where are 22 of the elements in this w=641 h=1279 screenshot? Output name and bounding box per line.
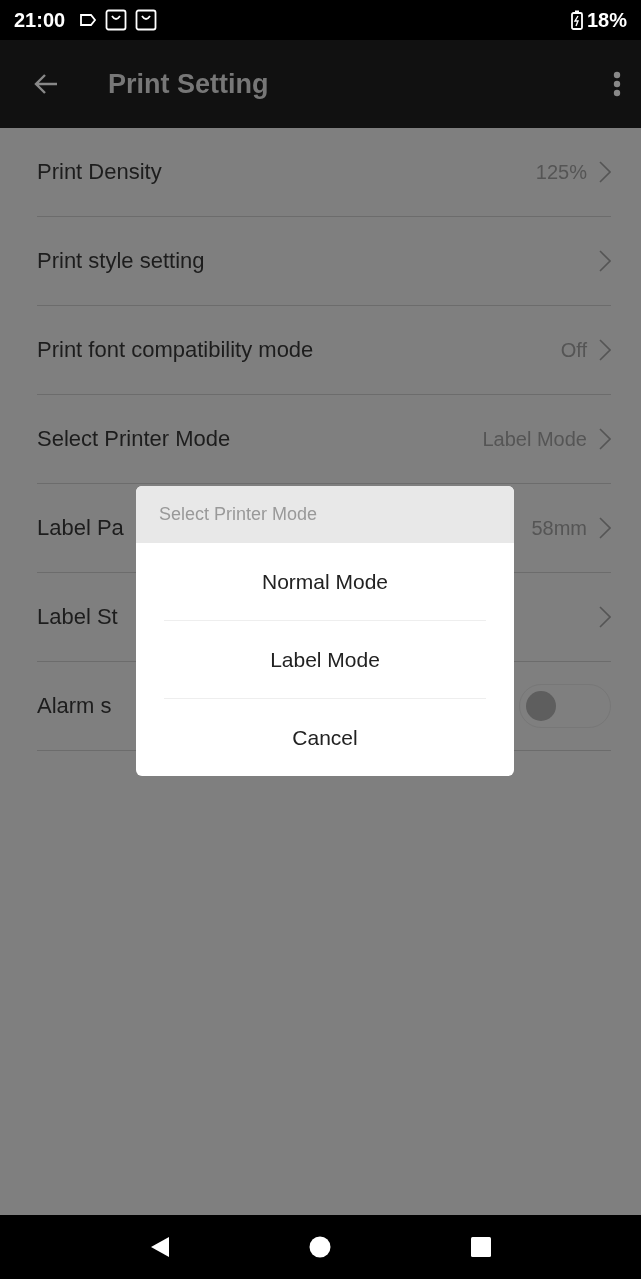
battery-level: 18% (586, 8, 627, 32)
page-title: Print Setting (108, 68, 270, 100)
chevron-icon (599, 250, 611, 272)
dialog-title: Select Printer Mode (136, 486, 514, 543)
more-icon[interactable] (613, 71, 621, 97)
setting-label[interactable]: Print font compatibility mode (37, 337, 561, 363)
setting-label[interactable]: Print style setting (37, 248, 599, 274)
recents-icon[interactable] (471, 1237, 492, 1257)
battery-icon (570, 10, 583, 30)
chevron-icon (599, 428, 611, 450)
chevron-icon (599, 161, 611, 183)
chevron-icon (599, 339, 611, 361)
bag-icon (135, 9, 158, 31)
chevron-icon (599, 606, 611, 628)
tag-icon (79, 13, 98, 27)
bag-icon (105, 9, 128, 31)
setting-label[interactable]: Select Printer Mode (37, 426, 483, 452)
chevron-icon (599, 517, 611, 539)
home-icon[interactable] (309, 1236, 332, 1258)
back-icon[interactable] (149, 1236, 170, 1258)
status-time: 21:00 (14, 8, 66, 32)
setting-label[interactable]: Print Density (37, 159, 536, 185)
